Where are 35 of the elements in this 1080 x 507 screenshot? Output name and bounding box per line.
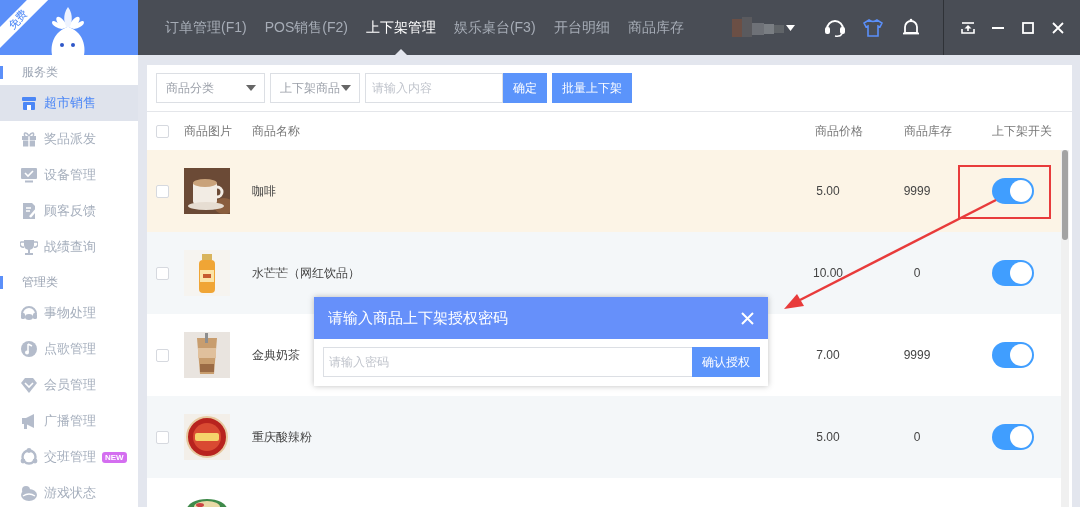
dialog-title: 请输入商品上下架授权密码 (328, 308, 508, 328)
category-select[interactable]: 商品分类 (156, 73, 265, 103)
column-header: 上下架开关 (992, 123, 1052, 138)
price-cell: 5.00 (816, 430, 840, 444)
column-header: 商品价格 (815, 123, 863, 138)
stock-cell: 9999 (903, 348, 931, 362)
search-field[interactable]: 请输入内容 (365, 73, 503, 103)
product-name: 金典奶茶 (252, 347, 300, 362)
column-header: 商品图片 (184, 123, 232, 138)
section-title: 服务类 (22, 64, 58, 81)
section-title: 管理类 (22, 274, 58, 291)
price-cell: 5.00 (816, 184, 840, 198)
nav-tab[interactable]: 娱乐桌台(F3) (444, 0, 545, 55)
stock-cell: 9999 (903, 184, 931, 198)
new-badge: NEW (102, 451, 127, 463)
nav-tab[interactable]: 开台明细 (544, 0, 619, 55)
nav-tab[interactable]: 商品库存 (618, 0, 693, 55)
product-name: 咖啡 (252, 183, 276, 198)
nav-tab[interactable]: POS销售(F2) (255, 0, 357, 55)
status-select[interactable]: 上下架商品 (270, 73, 360, 103)
stock-cell: 0 (913, 430, 921, 444)
authorize-button[interactable]: 确认授权 (692, 347, 760, 377)
price-cell: 7.00 (816, 348, 840, 362)
password-field[interactable]: 请输入密码 (323, 347, 692, 377)
product-name: 水芒芒（网红饮品） (252, 265, 360, 280)
nav-tab[interactable]: 上下架管理 (356, 0, 445, 55)
batch-button[interactable]: 批量上下架 (552, 73, 632, 103)
product-name: 重庆酸辣粉 (252, 429, 312, 444)
nav-tab[interactable]: 订单管理(F1) (156, 0, 256, 55)
confirm-button[interactable]: 确定 (503, 73, 547, 103)
price-cell: 10.00 (813, 266, 843, 280)
stock-cell: 0 (913, 266, 921, 280)
column-header: 商品名称 (252, 123, 300, 138)
sidebar-item[interactable]: 超市销售 (0, 85, 138, 121)
column-header: 商品库存 (904, 123, 952, 138)
